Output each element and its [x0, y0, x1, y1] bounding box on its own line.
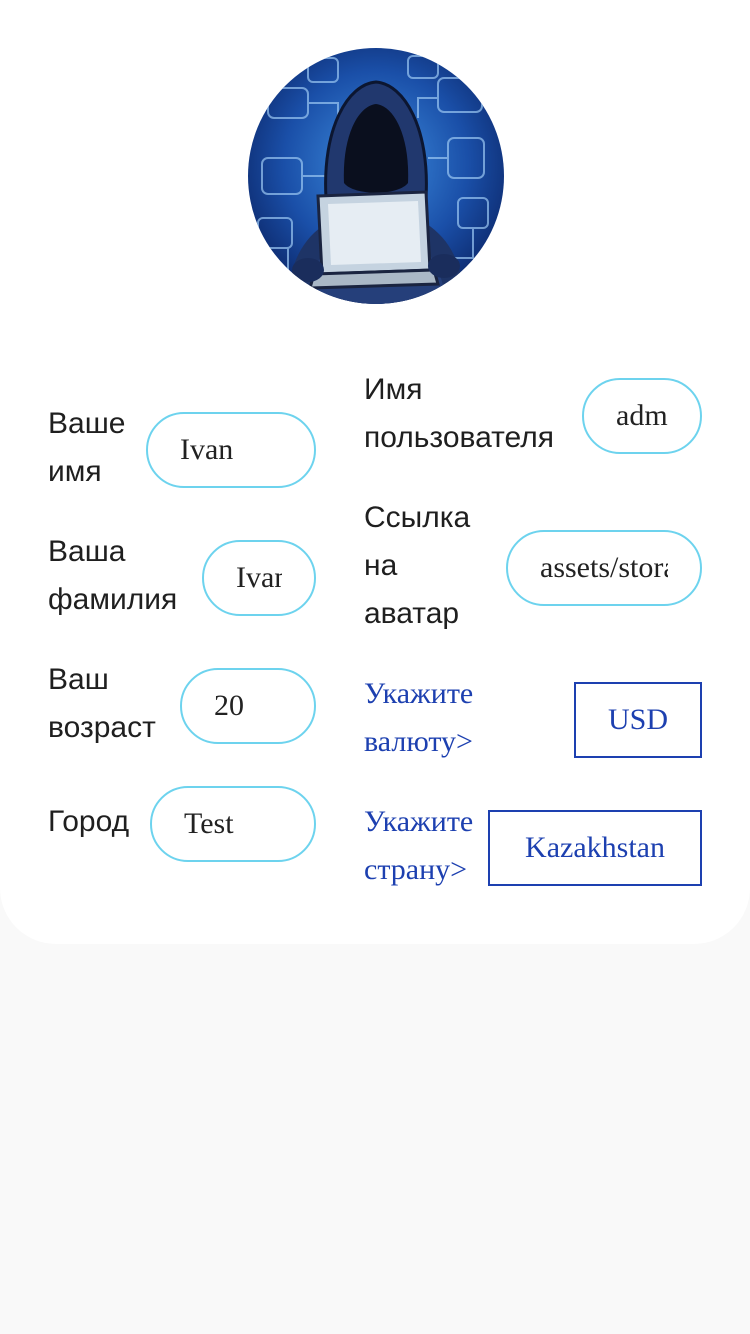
avatar-link-label: Ссылка на аватар	[364, 501, 471, 630]
last-name-label: Ваша фамилия	[48, 535, 178, 616]
currency-select-button[interactable]: USD	[574, 682, 702, 758]
last-name-input[interactable]	[202, 540, 316, 616]
city-input[interactable]	[150, 786, 316, 862]
city-label: Город	[48, 805, 130, 838]
age-input[interactable]	[180, 668, 316, 744]
username-label: Имя пользователя	[364, 373, 554, 454]
hacker-avatar-icon	[248, 48, 504, 304]
currency-value: USD	[607, 703, 668, 736]
username-input[interactable]	[582, 378, 702, 454]
profile-card: Ваше имя Ваша фамилия Ваш возраст Город …	[0, 0, 750, 944]
currency-link[interactable]: Укажите валюту>	[364, 670, 473, 766]
avatar[interactable]	[248, 48, 504, 304]
age-label: Ваш возраст	[48, 663, 156, 744]
avatar-link-input[interactable]	[506, 530, 702, 606]
first-name-label: Ваше имя	[48, 407, 126, 488]
country-value: Kazakhstan	[525, 831, 665, 864]
country-select-button[interactable]: Kazakhstan	[488, 810, 702, 886]
first-name-input[interactable]	[146, 412, 316, 488]
country-link[interactable]: Укажите страну>	[364, 798, 473, 894]
